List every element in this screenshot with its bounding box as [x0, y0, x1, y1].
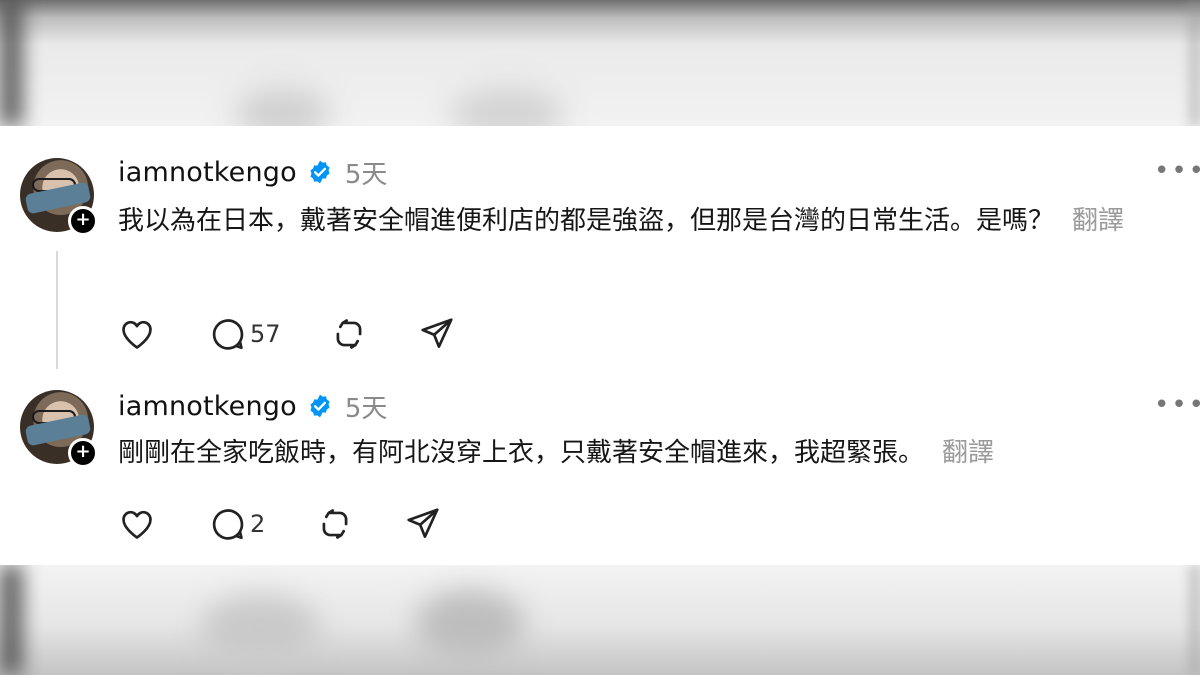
comment-icon: [212, 509, 244, 540]
share-button[interactable]: [418, 315, 456, 353]
repost-icon: [322, 509, 348, 539]
blur-edge-left: [0, 565, 22, 675]
blur-shape: [200, 595, 320, 665]
verified-badge-icon: [310, 394, 330, 418]
post-time[interactable]: 5天: [345, 388, 388, 425]
like-button[interactable]: [118, 505, 208, 543]
verified-badge-icon: [310, 160, 330, 184]
post-body: 剛剛在全家吃飯時，有阿北沒穿上衣，只戴著安全帽進來，我超緊張。: [118, 438, 925, 468]
username[interactable]: iamnotkengo: [118, 391, 297, 422]
share-button[interactable]: [404, 505, 442, 543]
post-actions: 2: [118, 504, 442, 544]
comment-icon: [212, 319, 244, 350]
heart-icon: [122, 510, 152, 539]
blur-edge-right: [1190, 565, 1200, 675]
reply-button[interactable]: 2: [208, 505, 316, 543]
avatar[interactable]: +: [20, 158, 98, 236]
thread-post: + iamnotkengo 5天 ••• 剛剛在全家吃飯時，有阿北沒穿上衣，只戴…: [0, 376, 1200, 565]
blurred-top-region: [0, 0, 1200, 126]
repost-button[interactable]: [316, 505, 404, 543]
repost-icon: [336, 319, 362, 349]
reply-count: 2: [250, 510, 266, 538]
blur-shape: [415, 590, 525, 660]
blurred-bottom-region: [0, 565, 1200, 675]
reply-count: 57: [250, 320, 281, 348]
more-horizontal-icon[interactable]: •••: [1154, 156, 1200, 186]
repost-button[interactable]: [330, 315, 418, 353]
translate-link[interactable]: 翻譯: [942, 438, 994, 468]
translate-link[interactable]: 翻譯: [1072, 206, 1124, 236]
post-text: 剛剛在全家吃飯時，有阿北沒穿上衣，只戴著安全帽進來，我超緊張。 翻譯: [118, 432, 1163, 475]
thread-post: + iamnotkengo 5天 ••• 我以為在日本，戴著安全帽進便利店的都是…: [0, 126, 1200, 376]
like-button[interactable]: [118, 315, 208, 353]
more-horizontal-icon[interactable]: •••: [1154, 390, 1200, 420]
post-header: iamnotkengo 5天: [118, 388, 387, 424]
blur-shape: [235, 88, 330, 126]
blur-edge-right: [1190, 0, 1200, 126]
follow-plus-icon[interactable]: +: [68, 206, 98, 236]
post-actions: 57: [118, 314, 456, 354]
username[interactable]: iamnotkengo: [118, 157, 297, 188]
blur-shape: [450, 88, 565, 126]
reply-button[interactable]: 57: [208, 315, 330, 353]
avatar[interactable]: +: [20, 390, 98, 468]
post-time[interactable]: 5天: [345, 154, 388, 191]
follow-plus-icon[interactable]: +: [68, 438, 98, 468]
blur-edge-left: [0, 0, 22, 126]
post-text: 我以為在日本，戴著安全帽進便利店的都是強盜，但那是台灣的日常生活。是嗎？ 翻譯: [118, 200, 1163, 243]
post-header: iamnotkengo 5天: [118, 154, 387, 190]
thread-connector-line: [56, 251, 58, 369]
share-icon: [407, 508, 439, 539]
share-icon: [421, 318, 453, 349]
heart-icon: [122, 320, 152, 349]
post-body: 我以為在日本，戴著安全帽進便利店的都是強盜，但那是台灣的日常生活。是嗎？: [118, 206, 1055, 236]
